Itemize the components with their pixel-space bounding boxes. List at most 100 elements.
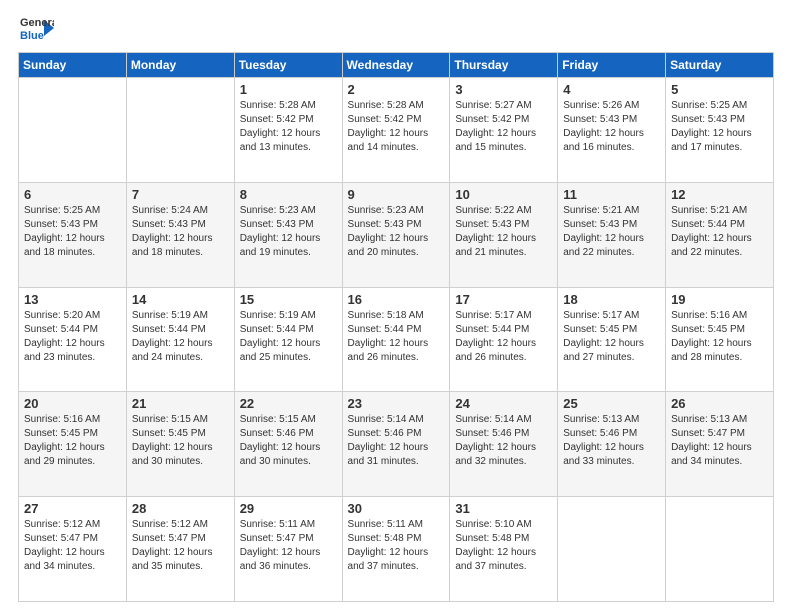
calendar-week-row: 20 Sunrise: 5:16 AM Sunset: 5:45 PM Dayli… <box>19 392 774 497</box>
day-number: 22 <box>240 396 337 411</box>
day-info: Sunrise: 5:16 AM Sunset: 5:45 PM Dayligh… <box>671 309 768 365</box>
calendar-cell: 19 Sunrise: 5:16 AM Sunset: 5:45 PM Dayli… <box>666 287 774 392</box>
calendar-cell: 20 Sunrise: 5:16 AM Sunset: 5:45 PM Dayli… <box>19 392 127 497</box>
day-info: Sunrise: 5:21 AM Sunset: 5:44 PM Dayligh… <box>671 204 768 260</box>
day-number: 17 <box>455 292 552 307</box>
calendar-page: General Blue SundayMondayTuesdayWednesda… <box>0 0 792 612</box>
day-info: Sunrise: 5:25 AM Sunset: 5:43 PM Dayligh… <box>24 204 121 260</box>
day-number: 1 <box>240 82 337 97</box>
day-info: Sunrise: 5:19 AM Sunset: 5:44 PM Dayligh… <box>240 309 337 365</box>
day-number: 4 <box>563 82 660 97</box>
calendar-cell: 3Sunrise: 5:27 AM Sunset: 5:42 PM Daylig… <box>450 78 558 183</box>
day-number: 20 <box>24 396 121 411</box>
calendar-cell: 2 Sunrise: 5:28 AM Sunset: 5:42 PM Daylig… <box>342 78 450 183</box>
logo: General Blue <box>18 10 54 46</box>
calendar-cell: 12 Sunrise: 5:21 AM Sunset: 5:44 PM Dayli… <box>666 182 774 287</box>
calendar-cell: 28 Sunrise: 5:12 AM Sunset: 5:47 PM Dayli… <box>126 497 234 602</box>
calendar-cell: 14 Sunrise: 5:19 AM Sunset: 5:44 PM Dayli… <box>126 287 234 392</box>
calendar-cell <box>19 78 127 183</box>
calendar-week-row: 1 Sunrise: 5:28 AM Sunset: 5:42 PM Daylig… <box>19 78 774 183</box>
day-info: Sunrise: 5:11 AM Sunset: 5:48 PM Dayligh… <box>348 518 445 574</box>
calendar-cell: 16 Sunrise: 5:18 AM Sunset: 5:44 PM Dayli… <box>342 287 450 392</box>
day-info: Sunrise: 5:16 AM Sunset: 5:45 PM Dayligh… <box>24 413 121 469</box>
logo-container: General Blue <box>18 10 54 46</box>
day-info: Sunrise: 5:19 AM Sunset: 5:44 PM Dayligh… <box>132 309 229 365</box>
day-number: 19 <box>671 292 768 307</box>
day-number: 28 <box>132 501 229 516</box>
day-info: Sunrise: 5:28 AM Sunset: 5:42 PM Dayligh… <box>240 99 337 155</box>
day-info: Sunrise: 5:15 AM Sunset: 5:45 PM Dayligh… <box>132 413 229 469</box>
calendar-cell: 22 Sunrise: 5:15 AM Sunset: 5:46 PM Dayli… <box>234 392 342 497</box>
day-number: 11 <box>563 187 660 202</box>
day-info: Sunrise: 5:14 AM Sunset: 5:46 PM Dayligh… <box>348 413 445 469</box>
day-info: Sunrise: 5:28 AM Sunset: 5:42 PM Dayligh… <box>348 99 445 155</box>
calendar-cell: 27Sunrise: 5:12 AM Sunset: 5:47 PM Dayli… <box>19 497 127 602</box>
calendar-cell: 13Sunrise: 5:20 AM Sunset: 5:44 PM Dayli… <box>19 287 127 392</box>
calendar-cell <box>558 497 666 602</box>
day-info: Sunrise: 5:12 AM Sunset: 5:47 PM Dayligh… <box>132 518 229 574</box>
day-number: 16 <box>348 292 445 307</box>
calendar-cell: 18Sunrise: 5:17 AM Sunset: 5:45 PM Dayli… <box>558 287 666 392</box>
calendar-cell: 21Sunrise: 5:15 AM Sunset: 5:45 PM Dayli… <box>126 392 234 497</box>
col-header-friday: Friday <box>558 53 666 78</box>
col-header-thursday: Thursday <box>450 53 558 78</box>
svg-text:Blue: Blue <box>20 30 44 42</box>
calendar-cell: 7 Sunrise: 5:24 AM Sunset: 5:43 PM Daylig… <box>126 182 234 287</box>
calendar-cell: 1 Sunrise: 5:28 AM Sunset: 5:42 PM Daylig… <box>234 78 342 183</box>
calendar-cell <box>126 78 234 183</box>
day-number: 6 <box>24 187 121 202</box>
calendar-cell: 17 Sunrise: 5:17 AM Sunset: 5:44 PM Dayli… <box>450 287 558 392</box>
day-info: Sunrise: 5:18 AM Sunset: 5:44 PM Dayligh… <box>348 309 445 365</box>
day-info: Sunrise: 5:20 AM Sunset: 5:44 PM Dayligh… <box>24 309 121 365</box>
day-info: Sunrise: 5:15 AM Sunset: 5:46 PM Dayligh… <box>240 413 337 469</box>
day-info: Sunrise: 5:26 AM Sunset: 5:43 PM Dayligh… <box>563 99 660 155</box>
col-header-monday: Monday <box>126 53 234 78</box>
calendar-cell: 24Sunrise: 5:14 AM Sunset: 5:46 PM Dayli… <box>450 392 558 497</box>
page-header: General Blue <box>18 10 774 46</box>
calendar-cell: 4 Sunrise: 5:26 AM Sunset: 5:43 PM Daylig… <box>558 78 666 183</box>
day-info: Sunrise: 5:13 AM Sunset: 5:46 PM Dayligh… <box>563 413 660 469</box>
day-info: Sunrise: 5:21 AM Sunset: 5:43 PM Dayligh… <box>563 204 660 260</box>
day-number: 7 <box>132 187 229 202</box>
calendar-table: SundayMondayTuesdayWednesdayThursdayFrid… <box>18 52 774 602</box>
calendar-cell: 8 Sunrise: 5:23 AM Sunset: 5:43 PM Daylig… <box>234 182 342 287</box>
calendar-cell: 15 Sunrise: 5:19 AM Sunset: 5:44 PM Dayli… <box>234 287 342 392</box>
day-info: Sunrise: 5:17 AM Sunset: 5:44 PM Dayligh… <box>455 309 552 365</box>
svg-text:General: General <box>20 17 54 29</box>
calendar-cell: 23 Sunrise: 5:14 AM Sunset: 5:46 PM Dayli… <box>342 392 450 497</box>
day-info: Sunrise: 5:22 AM Sunset: 5:43 PM Dayligh… <box>455 204 552 260</box>
day-info: Sunrise: 5:23 AM Sunset: 5:43 PM Dayligh… <box>240 204 337 260</box>
day-number: 2 <box>348 82 445 97</box>
calendar-week-row: 13Sunrise: 5:20 AM Sunset: 5:44 PM Dayli… <box>19 287 774 392</box>
day-number: 14 <box>132 292 229 307</box>
logo-icon: General Blue <box>18 10 54 46</box>
calendar-week-row: 6 Sunrise: 5:25 AM Sunset: 5:43 PM Daylig… <box>19 182 774 287</box>
day-number: 31 <box>455 501 552 516</box>
calendar-cell: 26Sunrise: 5:13 AM Sunset: 5:47 PM Dayli… <box>666 392 774 497</box>
calendar-week-row: 27Sunrise: 5:12 AM Sunset: 5:47 PM Dayli… <box>19 497 774 602</box>
day-number: 24 <box>455 396 552 411</box>
day-number: 23 <box>348 396 445 411</box>
calendar-cell: 9Sunrise: 5:23 AM Sunset: 5:43 PM Daylig… <box>342 182 450 287</box>
day-number: 12 <box>671 187 768 202</box>
day-number: 3 <box>455 82 552 97</box>
day-info: Sunrise: 5:13 AM Sunset: 5:47 PM Dayligh… <box>671 413 768 469</box>
calendar-header-row: SundayMondayTuesdayWednesdayThursdayFrid… <box>19 53 774 78</box>
day-number: 8 <box>240 187 337 202</box>
calendar-cell <box>666 497 774 602</box>
day-number: 30 <box>348 501 445 516</box>
calendar-cell: 30 Sunrise: 5:11 AM Sunset: 5:48 PM Dayli… <box>342 497 450 602</box>
calendar-cell: 25Sunrise: 5:13 AM Sunset: 5:46 PM Dayli… <box>558 392 666 497</box>
col-header-tuesday: Tuesday <box>234 53 342 78</box>
day-info: Sunrise: 5:25 AM Sunset: 5:43 PM Dayligh… <box>671 99 768 155</box>
calendar-cell: 11 Sunrise: 5:21 AM Sunset: 5:43 PM Dayli… <box>558 182 666 287</box>
calendar-cell: 31Sunrise: 5:10 AM Sunset: 5:48 PM Dayli… <box>450 497 558 602</box>
calendar-cell: 6 Sunrise: 5:25 AM Sunset: 5:43 PM Daylig… <box>19 182 127 287</box>
day-number: 15 <box>240 292 337 307</box>
col-header-wednesday: Wednesday <box>342 53 450 78</box>
calendar-cell: 29Sunrise: 5:11 AM Sunset: 5:47 PM Dayli… <box>234 497 342 602</box>
day-number: 18 <box>563 292 660 307</box>
day-info: Sunrise: 5:24 AM Sunset: 5:43 PM Dayligh… <box>132 204 229 260</box>
calendar-cell: 10Sunrise: 5:22 AM Sunset: 5:43 PM Dayli… <box>450 182 558 287</box>
day-number: 29 <box>240 501 337 516</box>
